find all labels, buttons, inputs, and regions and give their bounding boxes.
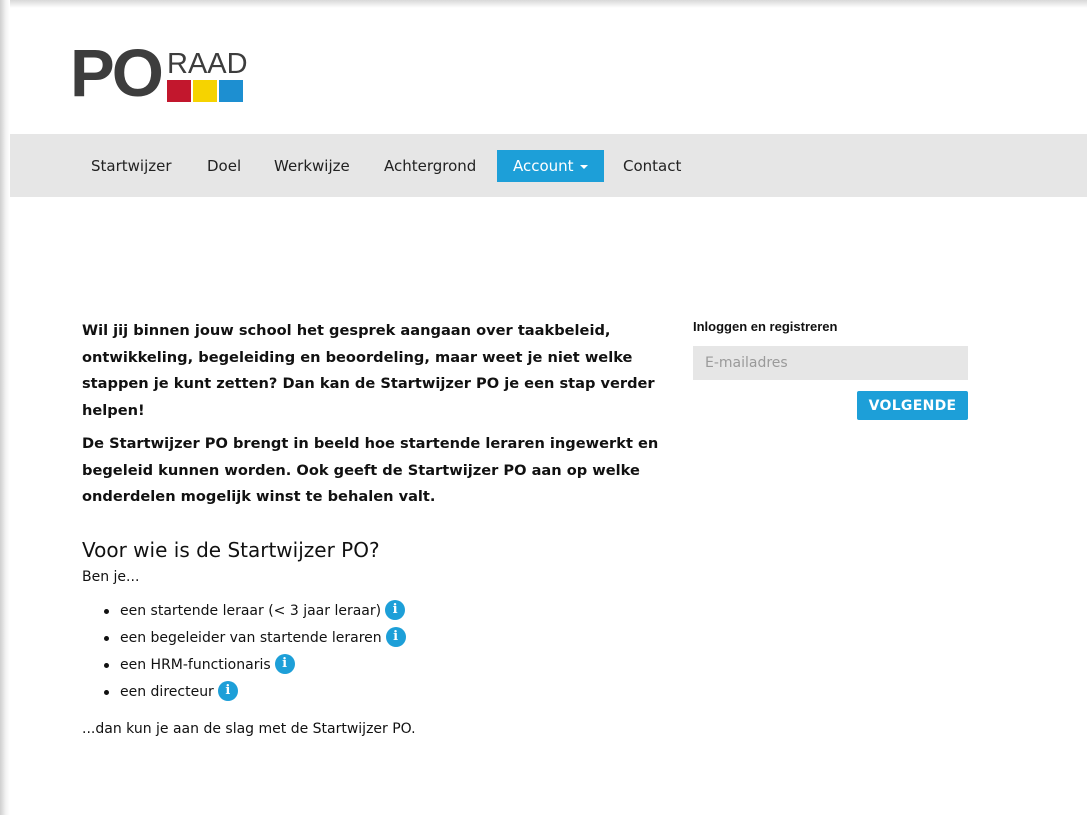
logo-block-red (167, 80, 191, 102)
info-icon[interactable]: i (217, 680, 238, 701)
intro-text: Wil jij binnen jouw school het gesprek a… (82, 318, 682, 518)
login-title: Inloggen en registreren (693, 319, 838, 334)
intro-paragraph-2: De Startwijzer PO brengt in beeld hoe st… (82, 435, 659, 505)
info-icon[interactable]: i (385, 626, 406, 647)
nav-item-account-label: Account (513, 157, 574, 175)
audience-item-label: een HRM-functionaris (120, 657, 271, 673)
po-raad-logo[interactable]: PO RAAD (70, 36, 250, 111)
info-icon[interactable]: i (274, 653, 295, 674)
audience-item-label: een directeur (120, 684, 214, 700)
list-item: een HRM-functionaris i (104, 653, 406, 681)
audience-item-label: een startende leraar (< 3 jaar leraar) (120, 603, 382, 619)
page: PO RAAD Startwijzer Doel Werkwijze Achte… (0, 0, 1087, 815)
nav-item-startwijzer[interactable]: Startwijzer (91, 150, 172, 182)
window-edge-left (0, 0, 10, 815)
audience-title: Voor wie is de Startwijzer PO? (82, 538, 380, 562)
intro-paragraph-1: Wil jij binnen jouw school het gesprek a… (82, 322, 655, 419)
nav-item-werkwijze[interactable]: Werkwijze (274, 150, 350, 182)
list-item: een begeleider van startende leraren i (104, 626, 406, 654)
logo-raad-text: RAAD (167, 48, 248, 80)
nav-item-achtergrond[interactable]: Achtergrond (384, 150, 476, 182)
caret-down-icon (579, 164, 588, 169)
nav-item-doel[interactable]: Doel (207, 150, 241, 182)
nav-item-account[interactable]: Account (497, 150, 604, 182)
audience-item-label: een begeleider van startende leraren (120, 630, 382, 646)
main-navbar: Startwijzer Doel Werkwijze Achtergrond A… (10, 134, 1087, 197)
nav-item-contact[interactable]: Contact (623, 150, 681, 182)
next-button[interactable]: VOLGENDE (857, 391, 968, 420)
audience-lead: Ben je... (82, 569, 140, 585)
list-item: een startende leraar (< 3 jaar leraar) i (104, 599, 406, 627)
logo-color-blocks (167, 80, 243, 102)
list-item: een directeur i (104, 680, 406, 708)
window-edge-top (0, 0, 1087, 8)
audience-list: een startende leraar (< 3 jaar leraar) i … (104, 599, 406, 708)
info-icon[interactable]: i (385, 599, 406, 620)
audience-outro: ...dan kun je aan de slag met de Startwi… (82, 721, 416, 737)
logo-po-text: PO (70, 36, 164, 111)
email-field[interactable] (693, 346, 968, 380)
logo-block-blue (219, 80, 243, 102)
logo-block-yellow (193, 80, 217, 102)
